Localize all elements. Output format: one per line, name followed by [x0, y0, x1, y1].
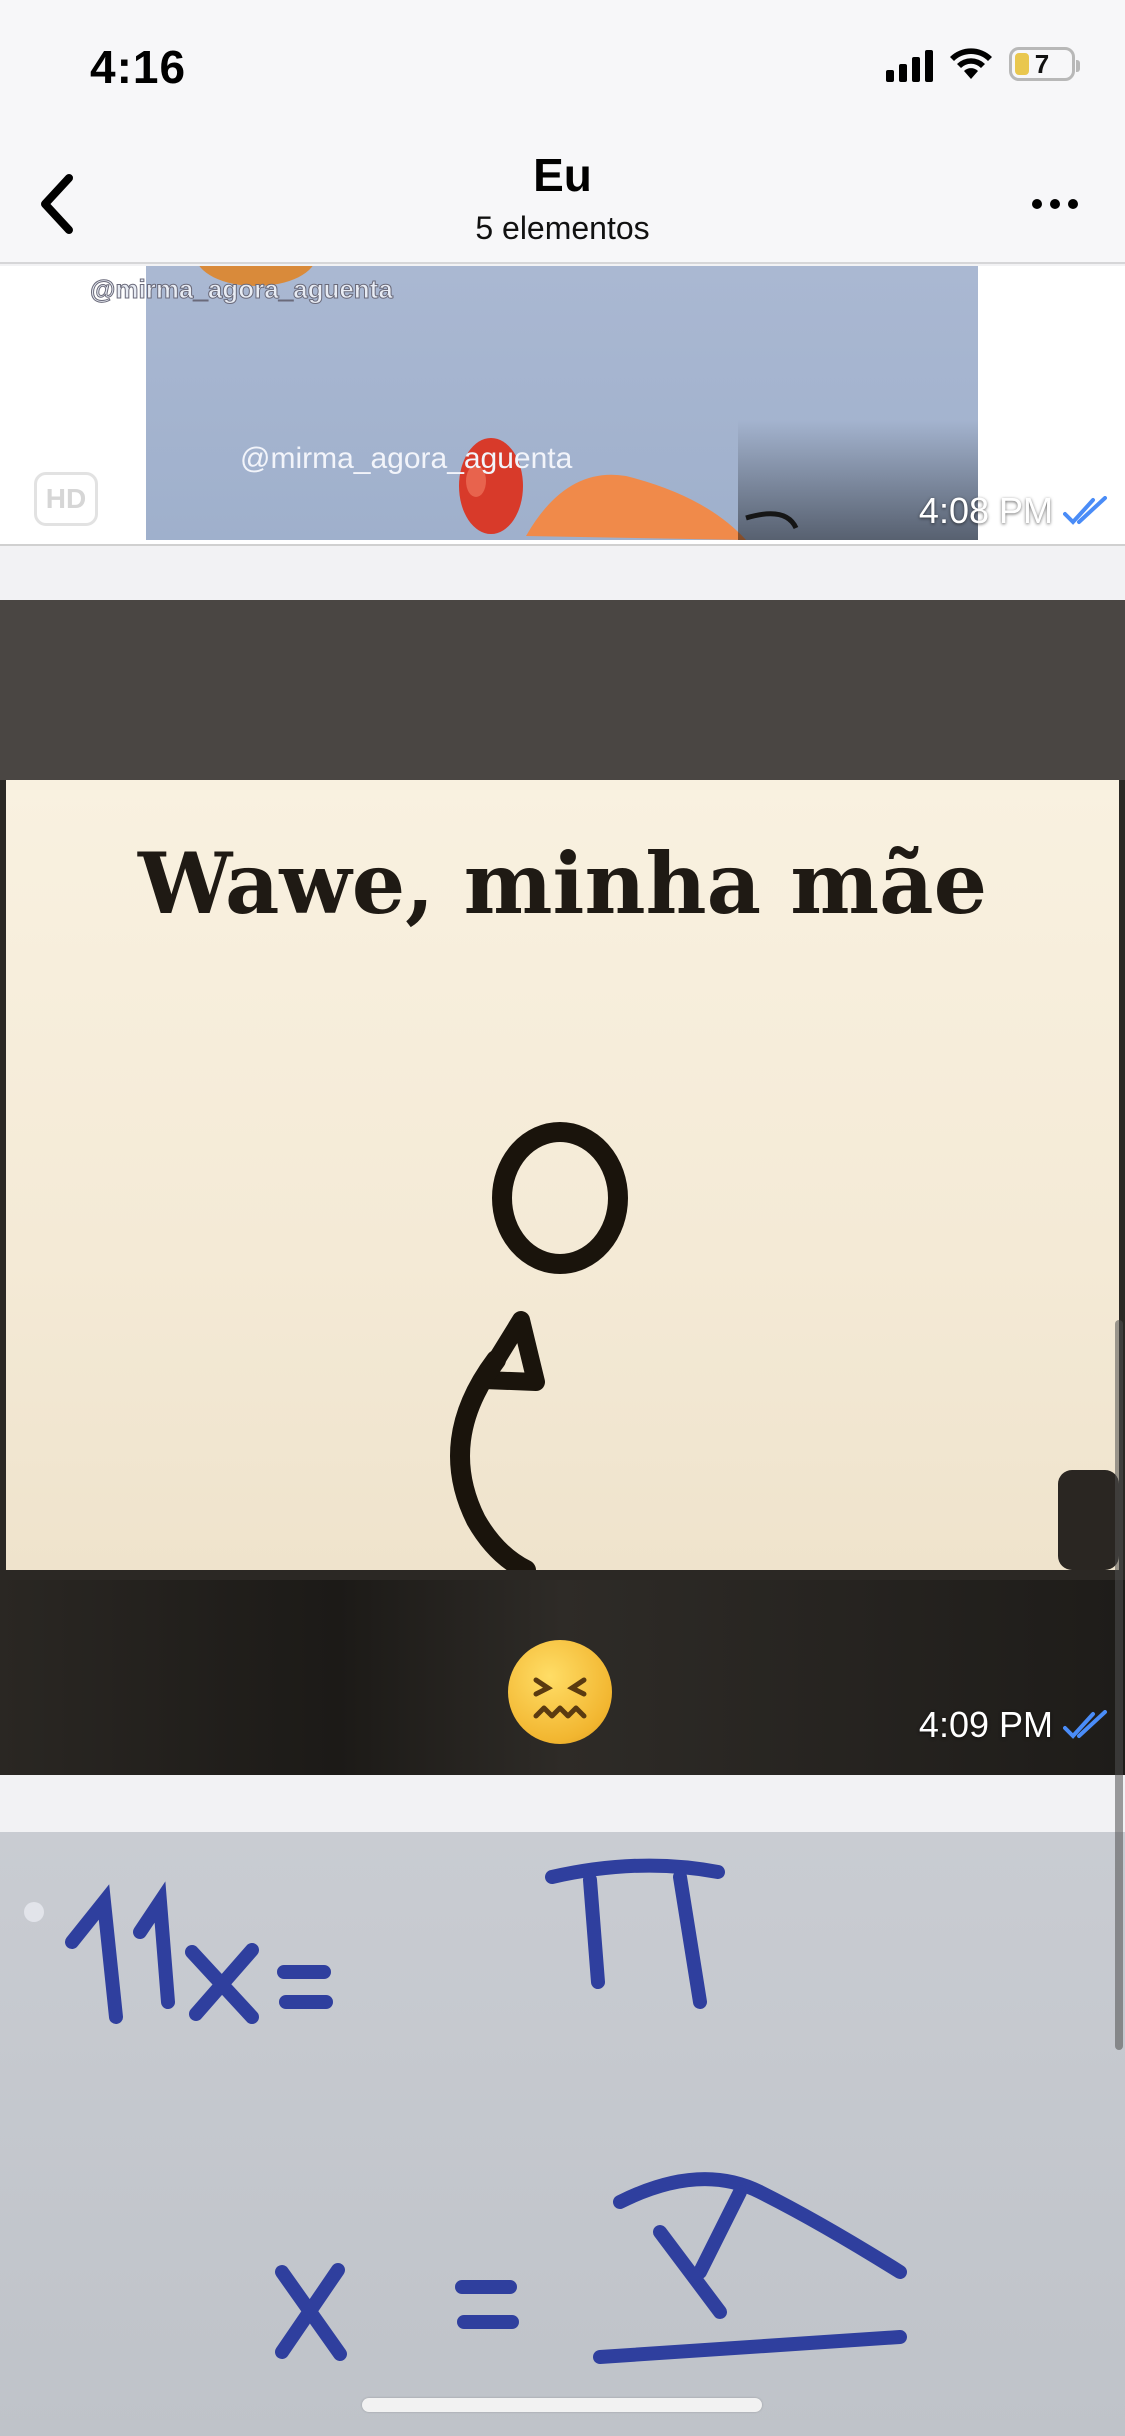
confounded-face-icon: [508, 1640, 612, 1744]
page-subtitle: 5 elementos: [475, 210, 650, 246]
double-check-icon: [1063, 496, 1107, 525]
media-item[interactable]: Wawe, minha mãe 4:09 PM: [0, 600, 1125, 1775]
wifi-icon: [950, 48, 992, 79]
status-time: 4:16: [90, 41, 187, 93]
media-gallery-screen: 4:16 7 Eu 5 elementos @mirma_agora_aguen…: [0, 0, 1125, 2436]
media-item[interactable]: [0, 1832, 1125, 2436]
meme-image: Wawe, minha mãe: [6, 780, 1119, 1570]
status-bar: 4:16 7: [0, 0, 1125, 140]
battery-icon: 7: [1009, 47, 1080, 81]
battery-level: [1015, 53, 1029, 75]
double-check-icon: [1063, 1710, 1107, 1739]
status-icons: 7: [886, 46, 1080, 82]
time-label: 4:08 PM: [918, 490, 1053, 531]
handwritten-equation: [24, 1858, 907, 2364]
more-options-button[interactable]: [1015, 174, 1095, 234]
video-thumbnail: [146, 266, 978, 540]
hd-badge: HD: [34, 472, 98, 526]
stick-figure-drawing: [450, 1122, 1119, 1570]
message-timestamp: 4:08 PM: [919, 490, 1109, 532]
home-indicator[interactable]: [362, 2398, 762, 2412]
watermark-text: @mirma_agora_aguenta: [240, 442, 573, 475]
scrollbar[interactable]: [1115, 1320, 1123, 2050]
page-title: Eu: [533, 149, 592, 201]
media-item[interactable]: @mirma_agora_aguenta @mirma_agora_aguent…: [0, 266, 1125, 546]
watermark-text: @mirma_agora_aguenta: [90, 274, 394, 305]
message-timestamp: 4:09 PM: [919, 1704, 1109, 1746]
time-label: 4:09 PM: [918, 1704, 1053, 1745]
nav-header: Eu 5 elementos: [0, 140, 1125, 264]
more-horizontal-icon: [1032, 199, 1042, 209]
battery-percent: 7: [1034, 48, 1050, 79]
cellular-signal-icon: [886, 46, 933, 82]
